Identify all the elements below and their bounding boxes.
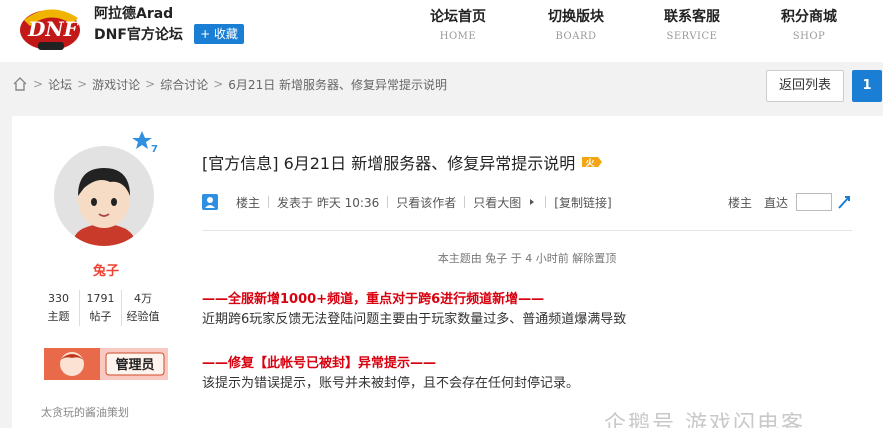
- hot-label: 火: [586, 158, 596, 169]
- stat-topics-value: 330: [48, 292, 69, 305]
- copy-link[interactable]: [复制链接]: [554, 194, 611, 211]
- stat-exp-label: 经验值: [126, 310, 160, 323]
- post-time: 发表于 昨天 10:36: [277, 195, 380, 210]
- watermark: 企鹅号 游戏闪电客: [604, 412, 805, 428]
- section-heading: ——全服新增1000+频道，重点对于跨6进行频道新增——: [202, 292, 545, 307]
- section-text: 近期跨6玩家反馈无法登陆问题主要由于玩家数量过多、普通频道爆满导致: [202, 312, 627, 327]
- stat-exp[interactable]: 4万 经验值: [122, 290, 164, 326]
- nav-board[interactable]: 切换版块 BOARD: [528, 8, 624, 48]
- stat-topics[interactable]: 330 主题: [38, 290, 80, 326]
- admin-badge-label: 管理员: [115, 357, 154, 373]
- post-section-1: ——全服新增1000+频道，重点对于跨6进行频道新增—— 近期跨6玩家反馈无法登…: [202, 290, 862, 330]
- jump-label: 直达: [763, 195, 788, 210]
- site-subtitle: DNF官方论坛: [94, 27, 183, 43]
- svg-text:DNF: DNF: [27, 17, 80, 41]
- breadcrumb-separator: >: [213, 77, 224, 91]
- breadcrumb-game-discussion[interactable]: 游戏讨论: [92, 76, 140, 93]
- meta-divider: [464, 196, 466, 208]
- nav-shop[interactable]: 积分商城 SHOP: [761, 8, 857, 48]
- nav-home-sub: HOME: [439, 31, 477, 42]
- back-to-list-button[interactable]: 返回列表: [766, 70, 844, 102]
- stat-posts-label: 帖子: [89, 310, 112, 323]
- meta-divider: [545, 196, 547, 208]
- favorite-button[interactable]: + 收藏: [194, 24, 244, 44]
- post-meta: 楼主 发表于 昨天 10:36 只看该作者 只看大图 [复制链接] 楼主 直达: [202, 192, 852, 212]
- nav-board-label: 切换版块: [548, 9, 604, 25]
- nav-service-label: 联系客服: [664, 9, 720, 25]
- nav-board-sub: BOARD: [555, 31, 597, 42]
- author-signature: 太贪玩的酱油策划: [41, 406, 129, 419]
- stat-posts-value: 1791: [86, 292, 115, 305]
- post-author-role: 楼主: [236, 195, 261, 210]
- site-header: DNF 阿拉德Arad DNF官方论坛 + 收藏 论坛首页 HOME 切换版块 …: [0, 0, 883, 62]
- only-author-link[interactable]: 只看该作者: [396, 194, 456, 211]
- rank-star-icon: 7: [132, 131, 158, 154]
- site-name: 阿拉德Arad: [94, 6, 174, 22]
- rank-number: 7: [151, 144, 158, 154]
- user-profile-icon[interactable]: [202, 194, 218, 210]
- breadcrumb-general[interactable]: 综合讨论: [160, 76, 208, 93]
- home-icon[interactable]: [12, 76, 28, 92]
- dnf-logo-icon[interactable]: DNF: [14, 2, 86, 54]
- nav-shop-sub: SHOP: [792, 31, 826, 42]
- moderation-notice: 本主题由 兔子 于 4 小时前 解除置顶: [437, 252, 617, 265]
- author-username[interactable]: 兔子: [52, 260, 160, 279]
- floor-label: 楼主: [727, 195, 752, 210]
- author-stats: 330 主题 1791 帖子 4万 经验值: [38, 290, 164, 326]
- breadcrumb-separator: >: [77, 77, 88, 91]
- stat-topics-label: 主题: [47, 310, 70, 323]
- hot-icon: 火: [582, 157, 603, 169]
- post-title-row: [官方信息] 6月21日 新增服务器、修复异常提示说明 火: [202, 150, 603, 174]
- section-text: 该提示为错误提示，账号并未被封停，且不会存在任何封停记录。: [202, 376, 580, 391]
- post-title: [官方信息] 6月21日 新增服务器、修复异常提示说明: [202, 154, 576, 173]
- avatar-illustration: [54, 146, 154, 246]
- jump-go-icon[interactable]: [836, 194, 852, 210]
- meta-divider: [268, 196, 270, 208]
- site-title[interactable]: 阿拉德Arad DNF官方论坛: [94, 4, 183, 46]
- nav-service-sub: SERVICE: [666, 31, 718, 42]
- nav-shop-label: 积分商城: [781, 9, 837, 25]
- section-heading: ——修复【此帐号已被封】异常提示——: [202, 356, 437, 371]
- floor-jump-input[interactable]: [796, 193, 832, 211]
- breadcrumb-separator: >: [145, 77, 156, 91]
- avatar[interactable]: [54, 146, 154, 246]
- nav-home-label: 论坛首页: [430, 9, 486, 25]
- nav-home[interactable]: 论坛首页 HOME: [410, 8, 506, 48]
- page-number-button[interactable]: 1: [852, 70, 882, 102]
- breadcrumb: > 论坛 > 游戏讨论 > 综合讨论 > 6月21日 新增服务器、修复异常提示说…: [12, 74, 447, 94]
- post-section-2: ——修复【此帐号已被封】异常提示—— 该提示为错误提示，账号并未被封停，且不会存…: [202, 354, 862, 394]
- content-divider: [202, 230, 852, 231]
- nav-service[interactable]: 联系客服 SERVICE: [644, 8, 740, 48]
- meta-divider: [387, 196, 389, 208]
- admin-badge: 管理员: [44, 348, 168, 380]
- breadcrumb-separator: >: [33, 77, 44, 91]
- floor-jump: 楼主 直达: [728, 193, 852, 211]
- breadcrumb-current[interactable]: 6月21日 新增服务器、修复异常提示说明: [228, 76, 447, 93]
- breadcrumb-forum[interactable]: 论坛: [48, 76, 72, 93]
- post-panel: 7 兔子 330 主题 1791 帖子 4万 经验值 管理员 太贪玩的酱油策划 …: [12, 116, 883, 428]
- stat-exp-value: 4万: [134, 292, 152, 305]
- caret-right-icon: [530, 199, 535, 205]
- stat-posts[interactable]: 1791 帖子: [80, 290, 122, 326]
- only-images-link[interactable]: 只看大图: [473, 194, 521, 211]
